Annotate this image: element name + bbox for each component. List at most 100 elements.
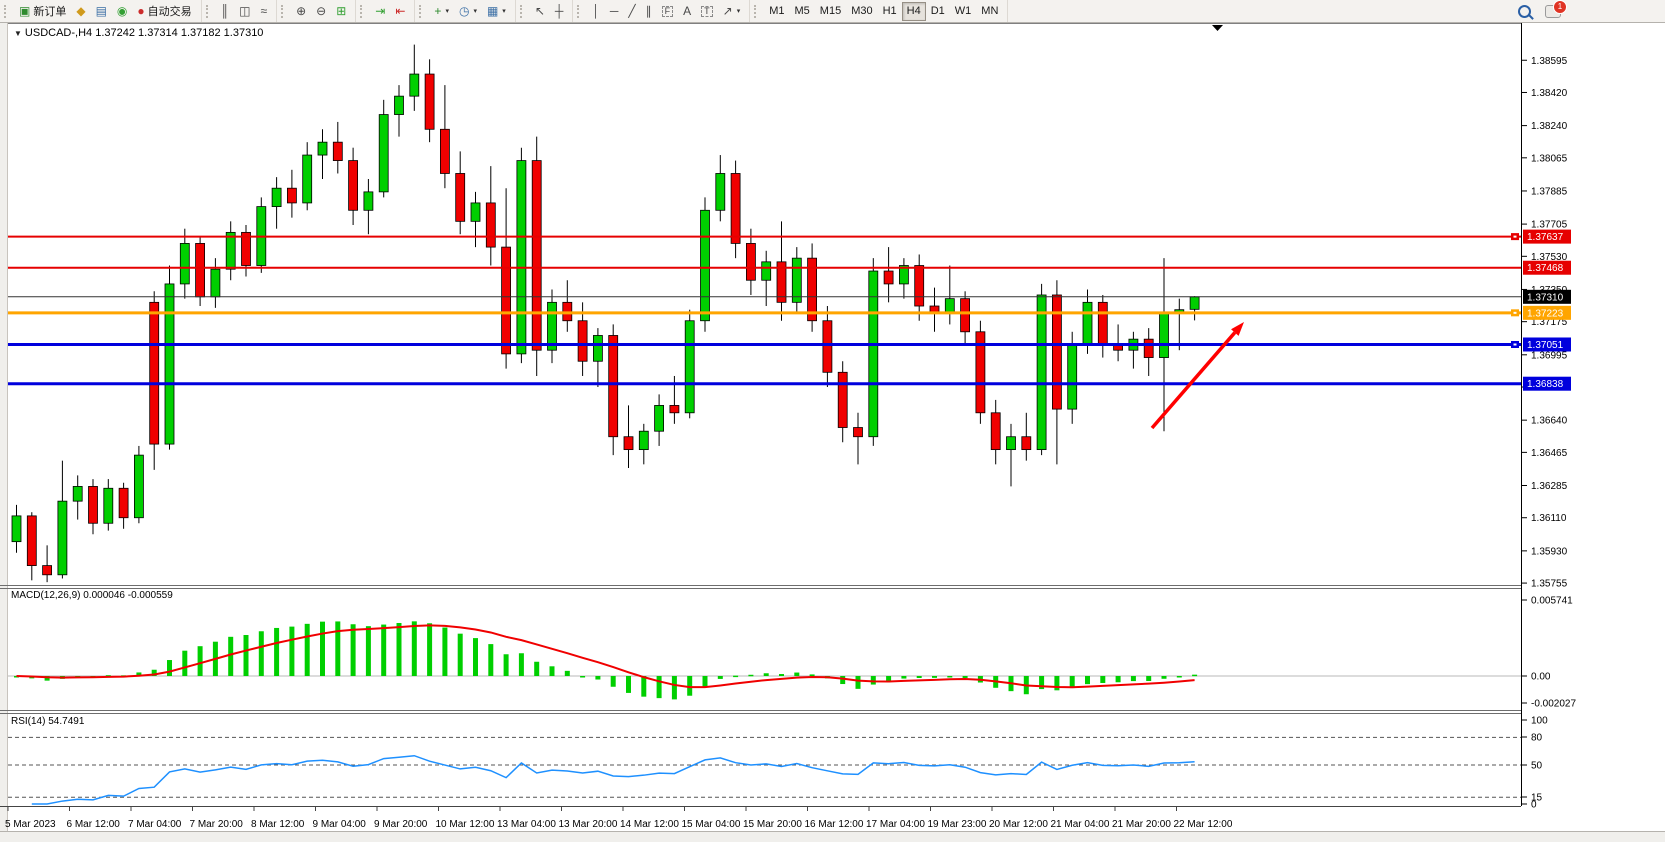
text-label-icon: T xyxy=(701,6,713,17)
notifications-icon[interactable]: 1 xyxy=(1545,5,1561,18)
timeframe-h1-button[interactable]: H1 xyxy=(878,2,902,21)
timeframe-w1-button[interactable]: W1 xyxy=(950,2,977,21)
svg-text:1.38420: 1.38420 xyxy=(1531,88,1568,99)
toolbar-drag-handle[interactable] xyxy=(754,5,759,18)
indicators-icon: + xyxy=(434,5,441,17)
toolbar-drag-handle[interactable] xyxy=(520,5,525,18)
svg-text:17 Mar 04:00: 17 Mar 04:00 xyxy=(866,819,925,830)
line-chart-button[interactable]: ≈ xyxy=(256,2,273,21)
auto-scroll-icon: ⇥ xyxy=(375,5,385,17)
indicators-button[interactable]: +▾ xyxy=(429,2,454,21)
cursor-button[interactable]: ↖ xyxy=(530,2,550,21)
timeframe-d1-button[interactable]: D1 xyxy=(926,2,950,21)
trendline-icon: ╱ xyxy=(628,5,635,17)
toolbar-drag-handle[interactable] xyxy=(4,5,9,18)
timeframe-m15-button[interactable]: M15 xyxy=(815,2,846,21)
signals-button[interactable]: ◉ xyxy=(112,2,132,21)
vertical-line-button[interactable]: │ xyxy=(587,2,605,21)
toolbar-drag-handle[interactable] xyxy=(206,5,211,18)
new-order-icon: ▣ xyxy=(19,5,30,17)
svg-text:1.37051: 1.37051 xyxy=(1527,340,1564,351)
timeframe-mn-button[interactable]: MN xyxy=(976,2,1003,21)
svg-text:1.36110: 1.36110 xyxy=(1531,513,1567,524)
svg-text:1.37637: 1.37637 xyxy=(1527,232,1564,243)
toolbar-group: ║◫ ≈ xyxy=(202,0,277,22)
cursor-icon: ↖ xyxy=(535,5,545,17)
candlestick-chart-button[interactable]: ◫ xyxy=(234,2,255,21)
equidistant-channel-button[interactable]: ∥ xyxy=(641,2,657,21)
clock-icon: ◷ xyxy=(459,5,469,17)
svg-text:1.36838: 1.36838 xyxy=(1527,379,1564,390)
arrows-button[interactable]: ↗▾ xyxy=(718,2,746,21)
new-order-button[interactable]: ▣新订单 xyxy=(14,2,71,21)
signals-icon: ◉ xyxy=(117,5,127,17)
horizontal-line-button[interactable]: ─ xyxy=(605,2,624,21)
svg-text:15 Mar 04:00: 15 Mar 04:00 xyxy=(682,819,741,830)
timeframe-m30-button[interactable]: M30 xyxy=(846,2,877,21)
tile-windows-button[interactable]: ⊞ xyxy=(331,2,351,21)
svg-text:1.38240: 1.38240 xyxy=(1531,121,1568,132)
text-button[interactable]: A xyxy=(678,2,696,21)
autotrade-icon: ● xyxy=(137,5,144,17)
chart-shift-button[interactable]: ⇤ xyxy=(390,2,410,21)
chevron-down-icon: ▾ xyxy=(445,7,449,15)
svg-text:1.37310: 1.37310 xyxy=(1527,292,1564,303)
timeframe-h4-button[interactable]: H4 xyxy=(902,2,926,21)
toolbar-group: ⊕ ⊖ ⊞ xyxy=(277,0,356,22)
svg-text:7 Mar 20:00: 7 Mar 20:00 xyxy=(190,819,244,830)
text-label-button[interactable]: T xyxy=(696,2,718,21)
toolbar-group: ↖┼ xyxy=(516,0,574,22)
bar-chart-button[interactable]: ║ xyxy=(216,2,235,21)
svg-text:7 Mar 04:00: 7 Mar 04:00 xyxy=(128,819,182,830)
svg-text:-0.002027: -0.002027 xyxy=(1531,699,1576,710)
templates-button[interactable]: ▦▾ xyxy=(482,2,511,21)
zoom-out-button[interactable]: ⊖ xyxy=(311,2,331,21)
periods-button[interactable]: ◷▾ xyxy=(454,2,482,21)
collapse-ohlc-icon[interactable]: ▼ xyxy=(14,29,22,38)
price-chart-canvas[interactable]: 1.385951.384201.382401.380651.378851.377… xyxy=(0,0,1665,842)
svg-text:20 Mar 12:00: 20 Mar 12:00 xyxy=(989,819,1048,830)
timeframe-m15-button-label: M15 xyxy=(820,5,841,17)
timeframe-m5-button[interactable]: M5 xyxy=(790,2,815,21)
toolbar-drag-handle[interactable] xyxy=(281,5,286,18)
svg-text:22 Mar 12:00: 22 Mar 12:00 xyxy=(1174,819,1233,830)
toolbar-drag-handle[interactable] xyxy=(577,5,582,18)
svg-text:1.37468: 1.37468 xyxy=(1527,263,1564,274)
new-chart-button[interactable]: ◆ xyxy=(71,2,90,21)
zoom-in-icon: ⊕ xyxy=(296,5,306,17)
svg-text:1.36285: 1.36285 xyxy=(1531,481,1568,492)
toolbar-drag-handle[interactable] xyxy=(419,5,424,18)
svg-text:1.37705: 1.37705 xyxy=(1531,220,1568,231)
autotrade-button[interactable]: ● 自动交易 xyxy=(132,2,196,21)
template-icon: ▦ xyxy=(487,5,498,17)
search-icon[interactable] xyxy=(1518,5,1531,18)
timeframe-m1-button[interactable]: M1 xyxy=(764,2,789,21)
svg-text:13 Mar 04:00: 13 Mar 04:00 xyxy=(497,819,556,830)
svg-text:19 Mar 23:00: 19 Mar 23:00 xyxy=(928,819,987,830)
fibonacci-button[interactable]: F xyxy=(657,2,679,21)
tile-windows-icon: ⊞ xyxy=(336,5,346,17)
crosshair-button[interactable]: ┼ xyxy=(550,2,569,21)
fibonacci-icon: F xyxy=(662,6,674,17)
zoom-in-button[interactable]: ⊕ xyxy=(291,2,311,21)
profiles-button[interactable]: ▤ xyxy=(91,2,112,21)
svg-text:10 Mar 12:00: 10 Mar 12:00 xyxy=(436,819,495,830)
svg-text:0.00: 0.00 xyxy=(1531,672,1551,683)
timeframe-m5-button-label: M5 xyxy=(795,5,810,17)
timeframe-mn-button-label: MN xyxy=(981,5,998,17)
svg-text:1.37223: 1.37223 xyxy=(1527,308,1564,319)
toolbar-drag-handle[interactable] xyxy=(360,5,365,18)
svg-text:1.36995: 1.36995 xyxy=(1531,350,1568,361)
toolbar-group: │ ─ ╱ ∥ FAT ↗▾ xyxy=(573,0,750,22)
trendline-button[interactable]: ╱ xyxy=(623,2,640,21)
auto-scroll-button[interactable]: ⇥ xyxy=(370,2,390,21)
text-icon: A xyxy=(683,5,691,17)
autotrade-button-label: 自动交易 xyxy=(148,3,192,19)
toolbar-group: ⇥⇤ xyxy=(356,0,415,22)
vertical-line-icon: │ xyxy=(592,5,600,17)
timeframe-h4-button-label: H4 xyxy=(907,5,921,17)
line-chart-icon: ≈ xyxy=(261,5,268,17)
svg-text:0: 0 xyxy=(1531,800,1537,811)
chart-title: USDCAD-,H4 1.37242 1.37314 1.37182 1.373… xyxy=(25,27,264,39)
channel-icon: ∥ xyxy=(646,5,652,17)
